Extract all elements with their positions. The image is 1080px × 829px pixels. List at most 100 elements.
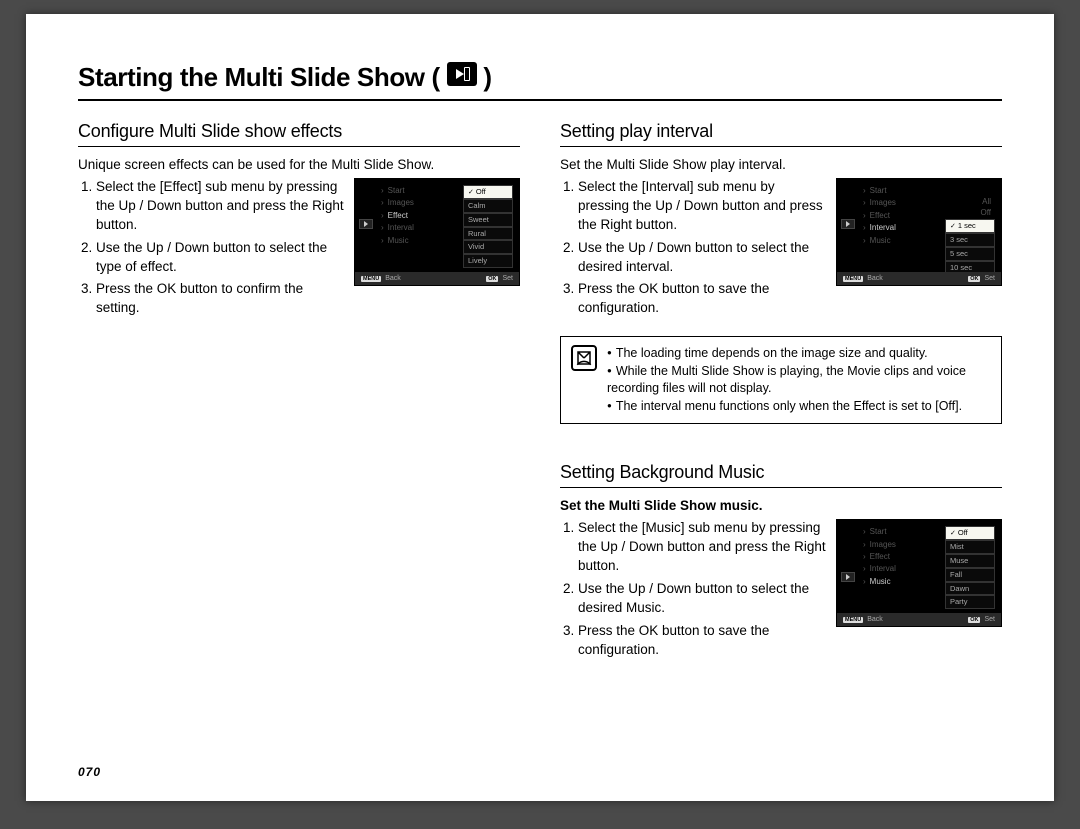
meta-value: Off (945, 208, 995, 219)
screen-side-icons (359, 185, 377, 229)
play-mode-icon (841, 219, 855, 229)
screen-sub-menu: All Off 1 sec 3 sec 5 sec 10 sec (945, 197, 995, 274)
option-selected: Off (945, 526, 995, 540)
step: Press the OK button to confirm the setti… (96, 280, 344, 318)
step: Use the Up / Down button to select the d… (578, 239, 826, 277)
play-mode-icon (359, 219, 373, 229)
play-mode-icon (841, 572, 855, 582)
step-block: Select the [Effect] sub menu by pressing… (78, 178, 520, 322)
footer-label: Back (385, 275, 401, 282)
slideshow-play-icon (447, 62, 477, 86)
menu-item: Images (863, 539, 896, 551)
footer-label: Back (867, 616, 883, 623)
note-item: The interval menu functions only when th… (607, 398, 991, 416)
section-music: Setting Background Music Set the Multi S… (560, 462, 1002, 663)
option: Lively (463, 254, 513, 268)
steps-list: Select the [Interval] sub menu by pressi… (560, 178, 826, 322)
screen-side-icons (841, 185, 859, 229)
screen-footer: MENU Back OK Set (837, 613, 1001, 626)
menu-item: Interval (381, 222, 414, 234)
option: Party (945, 595, 995, 609)
title-post: ) (483, 62, 491, 92)
note-box: The loading time depends on the image si… (560, 336, 1002, 424)
screen-footer: MENU Back OK Set (837, 272, 1001, 285)
step-block: Select the [Interval] sub menu by pressi… (560, 178, 1002, 322)
left-column: Configure Multi Slide show effects Uniqu… (78, 121, 520, 663)
option-selected: 1 sec (945, 219, 995, 233)
section-heading-effects: Configure Multi Slide show effects (78, 121, 520, 147)
page-title-row: Starting the Multi Slide Show ( ) (78, 62, 1002, 101)
camera-screen-music: Start Images Effect Interval Music Off M… (836, 519, 1002, 627)
screen-main-menu: Start Images Effect Interval Music (863, 526, 896, 588)
footer-label: Set (984, 275, 995, 282)
option: Muse (945, 554, 995, 568)
option: Vivid (463, 240, 513, 254)
option: 3 sec (945, 233, 995, 247)
footer-key: MENU (843, 617, 863, 623)
steps-list: Select the [Effect] sub menu by pressing… (78, 178, 344, 322)
menu-item-selected: Effect (381, 210, 414, 222)
step: Select the [Interval] sub menu by pressi… (578, 178, 826, 235)
footer-key: OK (968, 617, 980, 623)
steps-list: Select the [Music] sub menu by pressing … (560, 519, 826, 663)
option-selected: Off (463, 185, 513, 199)
footer-key: OK (486, 276, 498, 282)
footer-key: OK (968, 276, 980, 282)
option: Rural (463, 227, 513, 241)
menu-item: Effect (863, 210, 896, 222)
menu-item-selected: Interval (863, 222, 896, 234)
step: Select the [Music] sub menu by pressing … (578, 519, 826, 576)
menu-item: Start (863, 185, 896, 197)
menu-item: Start (863, 526, 896, 538)
page-number: 070 (78, 765, 101, 779)
section-heading-interval: Setting play interval (560, 121, 1002, 147)
menu-item: Effect (863, 551, 896, 563)
menu-item: Music (863, 235, 896, 247)
title-pre: Starting the Multi Slide Show ( (78, 62, 440, 92)
step: Use the Up / Down button to select the d… (578, 580, 826, 618)
note-list: The loading time depends on the image si… (607, 345, 991, 415)
menu-item: Start (381, 185, 414, 197)
footer-key: MENU (361, 276, 381, 282)
menu-item: Images (863, 197, 896, 209)
step: Use the Up / Down button to select the t… (96, 239, 344, 277)
footer-key: MENU (843, 276, 863, 282)
option: Mist (945, 540, 995, 554)
footer-label: Set (984, 616, 995, 623)
note-item: While the Multi Slide Show is playing, t… (607, 363, 991, 398)
menu-item: Music (381, 235, 414, 247)
footer-label: Back (867, 275, 883, 282)
screen-side-icons (841, 526, 859, 582)
menu-item: Interval (863, 563, 896, 575)
option: Dawn (945, 582, 995, 596)
menu-item-selected: Music (863, 576, 896, 588)
step: Select the [Effect] sub menu by pressing… (96, 178, 344, 235)
menu-item: Images (381, 197, 414, 209)
option: Fall (945, 568, 995, 582)
step: Press the OK button to save the configur… (578, 280, 826, 318)
page-title: Starting the Multi Slide Show ( ) (78, 62, 492, 93)
footer-label: Set (502, 275, 513, 282)
screen-sub-menu: Off Mist Muse Fall Dawn Party (945, 526, 995, 609)
note-item: The loading time depends on the image si… (607, 345, 991, 363)
camera-screen-interval: Start Images Effect Interval Music All O… (836, 178, 1002, 286)
two-column-layout: Configure Multi Slide show effects Uniqu… (78, 121, 1002, 663)
camera-screen-effect: Start Images Effect Interval Music Off C… (354, 178, 520, 286)
screen-sub-menu: Off Calm Sweet Rural Vivid Lively (463, 185, 513, 268)
section-intro: Set the Multi Slide Show play interval. (560, 157, 1002, 172)
section-heading-music: Setting Background Music (560, 462, 1002, 488)
section-intro-bold: Set the Multi Slide Show music. (560, 498, 1002, 513)
screen-main-menu: Start Images Effect Interval Music (381, 185, 414, 247)
screen-footer: MENU Back OK Set (355, 272, 519, 285)
step-block: Select the [Music] sub menu by pressing … (560, 519, 1002, 663)
option: 5 sec (945, 247, 995, 261)
manual-page: Starting the Multi Slide Show ( ) Config… (26, 14, 1054, 801)
option: Calm (463, 199, 513, 213)
screen-main-menu: Start Images Effect Interval Music (863, 185, 896, 247)
section-intro: Unique screen effects can be used for th… (78, 157, 520, 172)
option: Sweet (463, 213, 513, 227)
step: Press the OK button to save the configur… (578, 622, 826, 660)
meta-value: All (945, 197, 995, 208)
note-icon (571, 345, 597, 371)
right-column: Setting play interval Set the Multi Slid… (560, 121, 1002, 663)
